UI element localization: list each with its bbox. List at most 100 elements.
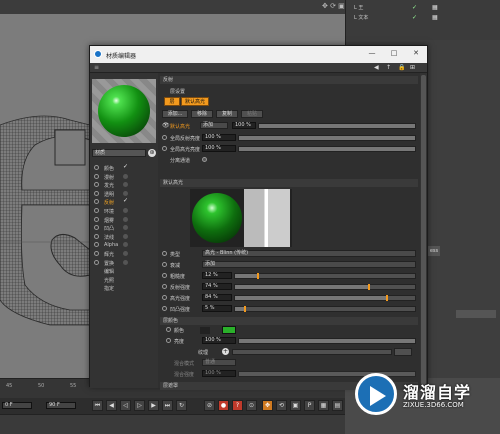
channel-radio[interactable] — [94, 233, 99, 239]
channel-item[interactable]: 发光 — [94, 181, 156, 189]
type-radio[interactable] — [162, 251, 167, 256]
dialog-scrollbar[interactable] — [420, 73, 427, 388]
expand-icon[interactable]: ⊞ — [410, 64, 415, 71]
scale-icon[interactable]: ▣ — [290, 400, 301, 411]
spec-strength-field[interactable]: 84 % — [202, 294, 232, 301]
channel-radio[interactable] — [94, 251, 99, 256]
nav-icons[interactable]: ✥ ⟳ ▣ — [322, 2, 345, 10]
separate-pass-checkbox[interactable] — [202, 157, 207, 162]
channel-checkbox[interactable] — [123, 216, 128, 222]
global-refl-slider[interactable] — [238, 135, 416, 141]
roughness-radio[interactable] — [162, 273, 167, 278]
tag-icon[interactable]: ▦ — [432, 4, 438, 11]
channel-item[interactable]: Alpha — [94, 241, 156, 249]
global-refl-field[interactable]: 100 % — [202, 134, 236, 141]
minimize-button[interactable]: — — [366, 49, 378, 59]
check-icon[interactable]: ✓ — [412, 4, 417, 11]
channel-checkbox[interactable] — [123, 225, 128, 231]
channel-radio[interactable] — [94, 216, 99, 222]
bump-strength-slider[interactable] — [234, 306, 416, 312]
roughness-field[interactable]: 12 % — [202, 272, 232, 279]
channel-item[interactable]: 法线 — [94, 233, 156, 241]
play-icon[interactable]: ▷ — [134, 400, 145, 411]
channel-radio[interactable] — [94, 259, 99, 265]
mix-strength-field[interactable]: 100 % — [202, 370, 236, 377]
channel-item[interactable]: 光照 — [94, 276, 156, 284]
type-dropdown[interactable]: 高光 - Blinn (传统) — [202, 250, 416, 257]
channel-item[interactable]: 置换 — [94, 259, 156, 267]
channel-item[interactable]: 漫射 — [94, 173, 156, 181]
key-icon[interactable]: ⊘ — [204, 400, 215, 411]
object-row[interactable]: L 文本 — [354, 14, 368, 21]
back-arrow-icon[interactable]: ◀ — [374, 64, 379, 71]
remove-layer-button[interactable]: 移除 — [191, 110, 213, 118]
next-key-icon[interactable]: ▶ — [148, 400, 159, 411]
color-swatch[interactable] — [222, 326, 236, 334]
texture-slot[interactable] — [232, 349, 392, 355]
frame-field[interactable]: 0 F — [2, 402, 32, 409]
channel-radio[interactable] — [94, 225, 99, 231]
channel-checkbox[interactable] — [123, 259, 128, 265]
channel-checkbox[interactable] — [123, 251, 128, 256]
end-frame-field[interactable]: 90 F — [46, 402, 76, 409]
maximize-button[interactable]: □ — [388, 49, 400, 59]
go-start-icon[interactable]: ⏮ — [92, 400, 103, 411]
refl-strength-slider[interactable] — [234, 284, 416, 290]
play-back-icon[interactable]: ◁ — [120, 400, 131, 411]
attr-field[interactable] — [456, 310, 496, 318]
channel-checkbox[interactable] — [123, 190, 128, 196]
dialog-titlebar[interactable]: 材质编辑器 — □ ✕ — [90, 46, 427, 63]
loop-icon[interactable]: ↻ — [176, 400, 187, 411]
menu-icon[interactable]: ≡ — [94, 64, 99, 71]
channel-checkbox[interactable] — [123, 233, 128, 239]
scrollbar-thumb[interactable] — [421, 75, 426, 385]
channel-item[interactable]: 反射 ✓ — [94, 198, 156, 206]
color-expander[interactable] — [200, 327, 210, 334]
move-icon[interactable]: ✥ — [262, 400, 273, 411]
texture-add-icon[interactable]: + — [222, 348, 229, 355]
channel-item[interactable]: 编辑 — [94, 267, 156, 275]
prev-key-icon[interactable]: ◀ — [106, 400, 117, 411]
channel-item[interactable]: 颜色 ✓ — [94, 164, 156, 172]
paste-layer-button[interactable]: 粘贴 — [241, 110, 263, 118]
rotate-icon[interactable]: ⟲ — [276, 400, 287, 411]
channel-radio[interactable] — [94, 190, 99, 196]
record-icon[interactable]: ● — [218, 400, 229, 411]
param-icon[interactable]: P — [304, 400, 315, 411]
refl-strength-radio[interactable] — [162, 284, 167, 289]
channel-radio[interactable] — [94, 165, 99, 170]
roughness-slider[interactable] — [234, 273, 416, 279]
spec-strength-radio[interactable] — [162, 295, 167, 300]
up-arrow-icon[interactable]: ↑ — [386, 64, 391, 71]
global-spec-field[interactable]: 100 % — [202, 145, 236, 152]
autokey-icon[interactable]: ? — [232, 400, 243, 411]
mix-mode-dropdown[interactable]: 普通 — [202, 359, 236, 366]
brightness-radio[interactable] — [166, 338, 171, 343]
object-row[interactable]: L 王 — [354, 4, 363, 11]
channel-radio[interactable] — [94, 199, 99, 205]
spec-strength-slider[interactable] — [234, 295, 416, 301]
channel-checkbox[interactable] — [123, 182, 128, 188]
channel-item[interactable]: 辉光 — [94, 250, 156, 258]
add-layer-button[interactable]: 添加... — [162, 110, 188, 118]
global-spec-radio[interactable] — [162, 146, 167, 151]
eye-icon[interactable]: 👁 — [162, 122, 170, 129]
channel-radio[interactable] — [94, 242, 99, 248]
bump-strength-radio[interactable] — [162, 306, 167, 311]
grid-icon[interactable]: ▦ — [318, 400, 329, 411]
channel-checkbox[interactable] — [123, 242, 128, 248]
color-radio[interactable] — [166, 327, 171, 332]
channel-item[interactable]: 环境 — [94, 207, 156, 215]
bump-strength-field[interactable]: 5 % — [202, 305, 232, 312]
tab-default-highlight[interactable]: 默认高光 — [181, 97, 209, 106]
texture-menu-button[interactable] — [394, 348, 412, 356]
brightness-field[interactable]: 100 % — [202, 337, 236, 344]
blend-mode-dropdown[interactable]: 添加 — [200, 122, 228, 129]
channel-item[interactable]: 凹凸 — [94, 224, 156, 232]
check-icon[interactable]: ✓ — [123, 164, 129, 170]
check-icon[interactable]: ✓ — [123, 198, 129, 204]
refl-strength-field[interactable]: 74 % — [202, 283, 232, 290]
layer-opacity-field[interactable]: 100 % — [232, 122, 256, 129]
copy-layer-button[interactable]: 复制 — [216, 110, 238, 118]
brightness-slider[interactable] — [238, 338, 416, 344]
